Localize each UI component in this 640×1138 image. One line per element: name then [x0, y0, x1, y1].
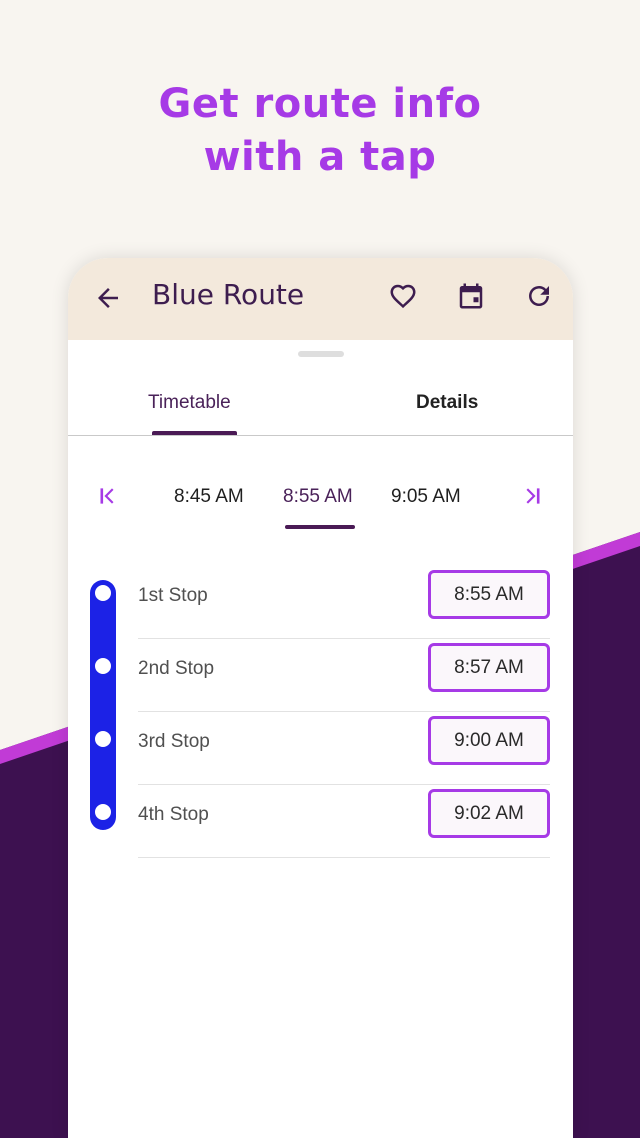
tab-timetable[interactable]: Timetable [148, 392, 231, 414]
stop-row: 1st Stop 8:55 AM [138, 566, 550, 639]
stop-time-button[interactable]: 9:00 AM [428, 716, 550, 765]
stop-time-button[interactable]: 8:57 AM [428, 643, 550, 692]
skip-last-icon[interactable] [513, 476, 553, 516]
stop-row: 4th Stop 9:02 AM [138, 785, 550, 858]
arrow-left-icon[interactable] [90, 280, 126, 316]
page-title: Blue Route [152, 278, 305, 311]
tab-bar: Timetable Details [68, 378, 573, 436]
phone-screen: Blue Route Timetable Details 8:45 AM 8:5… [68, 258, 573, 1138]
stop-marker [93, 583, 113, 603]
promo-line-2: with a tap [203, 134, 437, 180]
stop-marker [93, 656, 113, 676]
promo-line-1: Get route info [158, 81, 482, 127]
departure-time-selector: 8:45 AM 8:55 AM 9:05 AM [68, 476, 573, 532]
time-option-2[interactable]: 8:55 AM [283, 486, 353, 508]
stop-time-button[interactable]: 9:02 AM [428, 789, 550, 838]
stop-row: 2nd Stop 8:57 AM [138, 639, 550, 712]
skip-first-icon[interactable] [87, 476, 127, 516]
heart-outline-icon[interactable] [385, 278, 421, 314]
promo-headline: Get route info with a tap [0, 78, 640, 184]
time-option-1[interactable]: 8:45 AM [174, 486, 244, 508]
stop-name: 3rd Stop [138, 731, 210, 752]
stop-row: 3rd Stop 9:00 AM [138, 712, 550, 785]
app-bar: Blue Route [68, 258, 573, 340]
stop-name: 1st Stop [138, 585, 208, 606]
stop-time-button[interactable]: 8:55 AM [428, 570, 550, 619]
time-selected-indicator [285, 525, 355, 529]
stop-name: 2nd Stop [138, 658, 215, 679]
route-line [90, 580, 116, 830]
stop-name: 4th Stop [138, 804, 209, 825]
refresh-icon[interactable] [521, 278, 557, 314]
drag-handle[interactable] [298, 351, 344, 357]
tab-selected-indicator [152, 431, 237, 435]
tab-details[interactable]: Details [416, 392, 478, 414]
stop-marker [93, 802, 113, 822]
calendar-icon[interactable] [453, 278, 489, 314]
time-option-3[interactable]: 9:05 AM [391, 486, 461, 508]
stop-marker [93, 729, 113, 749]
